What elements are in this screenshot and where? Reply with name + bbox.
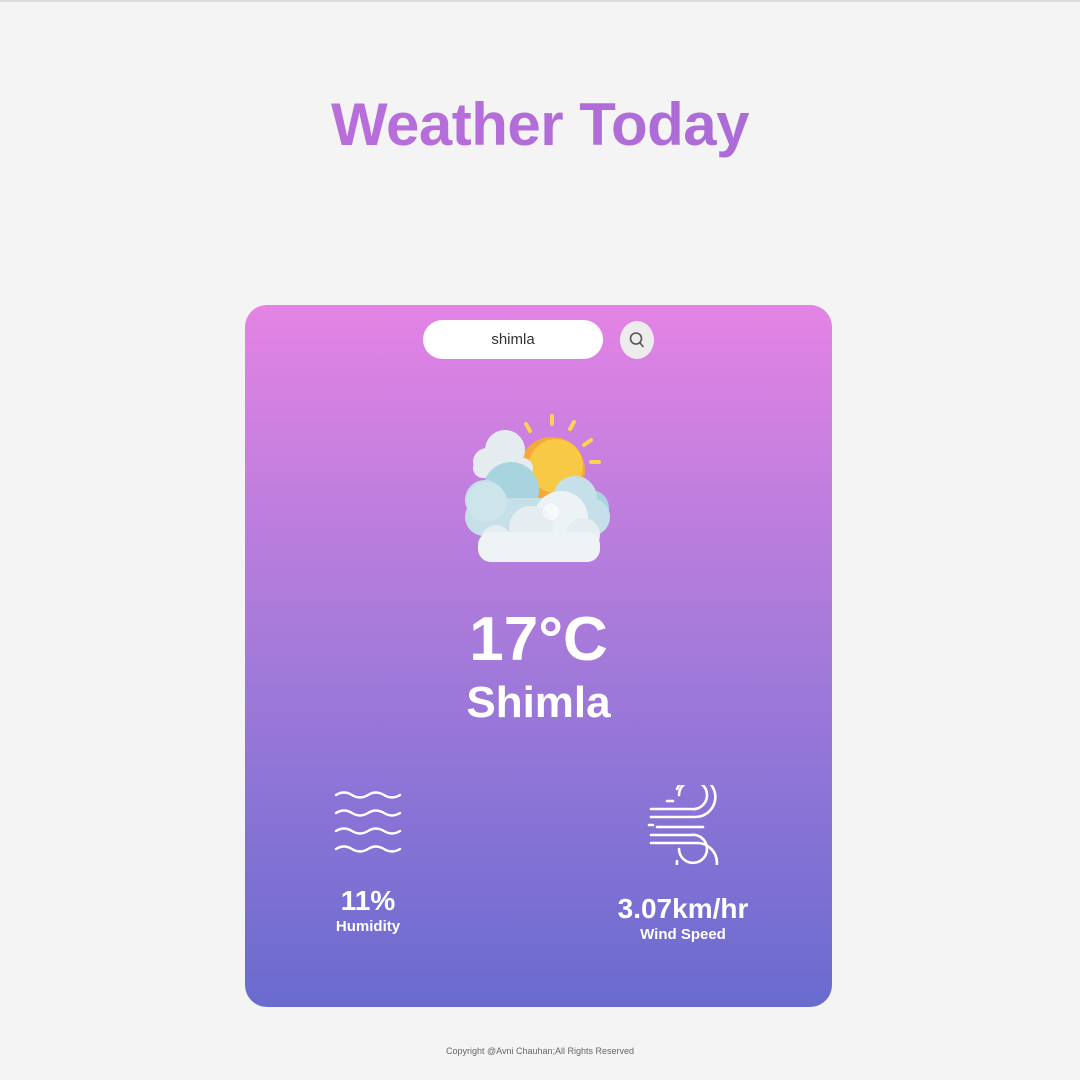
city-name: Shimla	[466, 678, 611, 727]
humidity-label: Humidity	[335, 918, 401, 935]
humidity-waves-icon	[334, 791, 402, 853]
search-input[interactable]	[423, 320, 603, 359]
page-title: Weather Today	[0, 90, 1080, 160]
search-icon	[629, 332, 644, 348]
wind-label: Wind Speed	[640, 926, 726, 943]
humidity-block: 11% Humidity	[308, 785, 428, 937]
temperature: 17°C	[469, 605, 608, 674]
weather-card: 17°C Shimla 11% Humidity	[245, 305, 832, 1007]
weather-page: Weather Today shimla 17°C Shimla 11% Hum…	[0, 0, 1080, 1080]
wind-value: 3.07km/hr	[617, 893, 749, 924]
footer-copyright: Copyright @Avni Chauhan;All Rights Reser…	[445, 1046, 635, 1056]
search-button[interactable]	[620, 321, 654, 359]
wind-icon	[647, 785, 719, 865]
wind-block: 3.07km/hr Wind Speed	[613, 785, 753, 945]
partly-cloudy-icon	[465, 414, 610, 562]
humidity-value: 11%	[340, 885, 396, 916]
